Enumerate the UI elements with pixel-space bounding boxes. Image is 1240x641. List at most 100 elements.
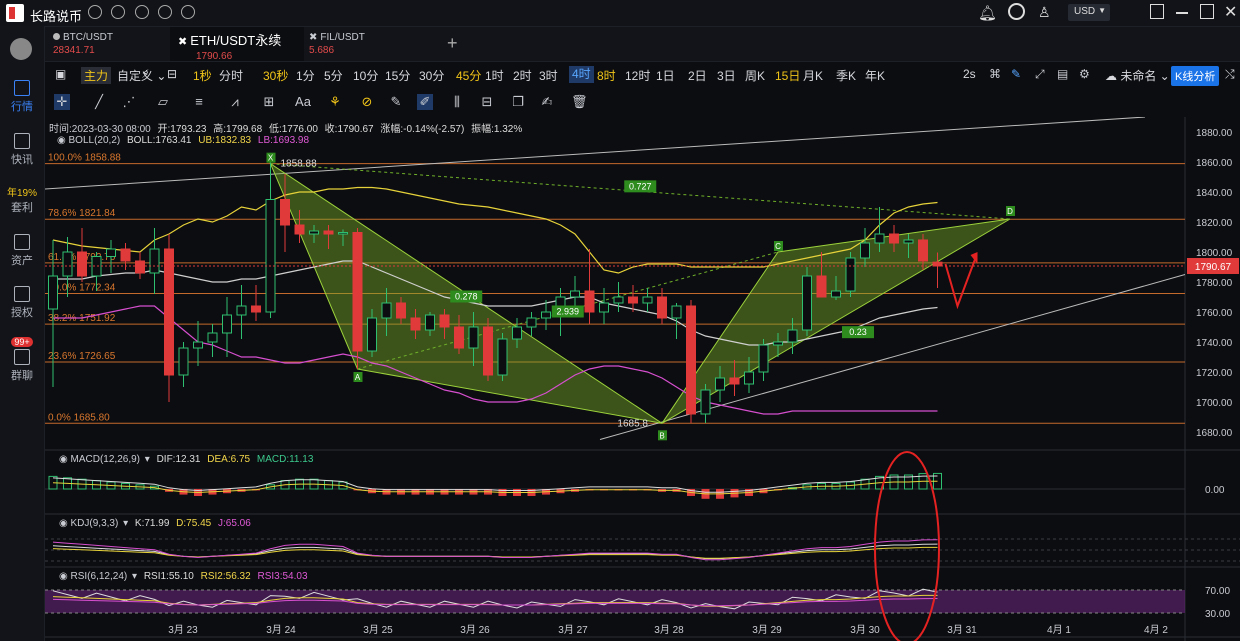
chart-svg[interactable]: 1880.00 1860.00 1840.00 1820.00 1800.00 1780.…	[45, 117, 1240, 641]
projection-arrow	[944, 257, 977, 310]
period-周K[interactable]: 周K	[745, 67, 765, 84]
rectangle-tool-icon[interactable]: ▱	[155, 94, 171, 110]
add-tab-icon[interactable]: +	[447, 33, 458, 54]
period-1日[interactable]: 1日	[656, 67, 675, 84]
price-tick: 1720.00	[1196, 368, 1233, 379]
currency-value: USD	[1074, 6, 1096, 17]
candle-body	[251, 305, 261, 313]
edit-drawing-icon[interactable]: ✍	[539, 94, 555, 110]
sidebar-item-assets[interactable]: 资产	[0, 234, 44, 268]
camera-icon[interactable]: ⌘	[989, 67, 1001, 81]
link-icon[interactable]	[158, 5, 173, 19]
tab-fil[interactable]: ✖ FIL/USDT 5.686	[301, 27, 429, 61]
candle-body	[207, 332, 218, 343]
refresh-interval[interactable]: 2s	[963, 67, 976, 81]
close-icon[interactable]: ✕	[1224, 2, 1237, 22]
measure-tool-icon[interactable]: ⊞	[261, 94, 277, 110]
candle-body	[642, 296, 653, 304]
sidebar-item-group-chat[interactable]: 99+ 群聊	[0, 336, 44, 383]
price-tick: 1800.00	[1196, 248, 1233, 259]
eye-icon: ◉	[59, 518, 68, 529]
period-1秒[interactable]: 1秒	[193, 67, 212, 84]
flash-icon[interactable]: ⚡	[141, 67, 149, 81]
multi-line-icon[interactable]: ⋰	[121, 94, 137, 110]
draw-icon[interactable]: ✎	[1011, 67, 1021, 81]
candle-body	[410, 317, 421, 331]
pattern-tool-icon[interactable]: ⩘	[227, 94, 243, 110]
sidebar-item-news[interactable]: 快讯	[0, 133, 44, 167]
text-tool-icon[interactable]: Aa	[295, 94, 311, 110]
period-2日[interactable]: 2日	[688, 67, 707, 84]
period-主力[interactable]: 主力	[81, 67, 112, 84]
chart-area[interactable]: 1880.00 1860.00 1840.00 1820.00 1800.00 1780.…	[45, 117, 1240, 641]
tab-eth[interactable]: ✖ ETH/USDT永续 1790.66	[170, 27, 304, 62]
copy-drawing-icon[interactable]: ❐	[510, 94, 526, 110]
stay-draw-icon[interactable]: ✐	[417, 94, 433, 110]
currency-select[interactable]: USD ▼	[1068, 4, 1110, 21]
copy-icon[interactable]	[111, 5, 126, 19]
period-45分[interactable]: 45分	[456, 67, 481, 84]
share-icon[interactable]: ⤭	[1225, 67, 1235, 82]
search-icon[interactable]	[1008, 3, 1025, 20]
period-2时[interactable]: 2时	[513, 67, 532, 84]
period-季K[interactable]: 季K	[836, 67, 856, 84]
bell-icon[interactable]: 🔔︎	[978, 4, 997, 22]
layout-select[interactable]: ☁ 未命名 ⌄	[1105, 67, 1170, 84]
visibility-icon[interactable]: ⫼	[449, 94, 465, 110]
dif-line	[52, 475, 938, 493]
period-4时[interactable]: 4时	[569, 66, 594, 83]
candle-body	[280, 199, 290, 226]
period-1分[interactable]: 1分	[296, 67, 315, 84]
user-avatar[interactable]	[10, 38, 32, 60]
period-30秒[interactable]: 30秒	[263, 67, 288, 84]
close-circle-icon[interactable]	[134, 5, 149, 19]
period-年K[interactable]: 年K	[865, 67, 885, 84]
compass-icon[interactable]	[181, 5, 196, 19]
crosshair-icon[interactable]: ✛	[54, 94, 70, 110]
fib-tool-icon[interactable]: ≡	[191, 94, 207, 110]
period-月K[interactable]: 月K	[803, 67, 823, 84]
period-5分[interactable]: 5分	[324, 67, 343, 84]
lock-draw-icon[interactable]: ⊘	[359, 94, 375, 110]
indicator-icon[interactable]: ⊟	[167, 67, 177, 81]
lock-icon[interactable]: ⊟	[479, 94, 495, 110]
tab-price: 5.686	[309, 45, 335, 56]
line-tool-icon[interactable]: ╱	[91, 94, 107, 110]
sidebar-item-market[interactable]: 行情	[0, 80, 44, 114]
restore-window-icon[interactable]	[1150, 4, 1164, 19]
period-15日[interactable]: 15日	[775, 67, 800, 84]
candle-body	[149, 248, 160, 274]
period-分时[interactable]: 分时	[219, 67, 243, 84]
sidebar-item-authorize[interactable]: 授权	[0, 286, 44, 320]
sidebar-item-arbitrage[interactable]: 年19% 套利	[0, 184, 44, 215]
minimize-icon[interactable]	[1176, 12, 1188, 14]
shirt-icon[interactable]: ♙	[1038, 4, 1051, 21]
candle-body	[454, 326, 464, 349]
period-15分[interactable]: 15分	[385, 67, 410, 84]
flash-icon[interactable]	[88, 5, 102, 19]
maximize-icon[interactable]	[1200, 4, 1214, 19]
period-12时[interactable]: 12时	[625, 67, 650, 84]
settings-icon[interactable]: ⚙	[1079, 67, 1090, 81]
period-30分[interactable]: 30分	[419, 67, 444, 84]
ruler-icon[interactable]: ✎	[388, 94, 404, 110]
tab-btc[interactable]: BTC/USDT 28341.71	[45, 27, 173, 61]
period-10分[interactable]: 10分	[353, 67, 378, 84]
rsi-info: ◉ RSI(6,12,24) ▾ RSI1:55.10 RSI2:56.32 R…	[59, 571, 308, 582]
kline-analysis-button[interactable]: K线分析	[1171, 66, 1220, 86]
fullscreen-icon[interactable]: ⤢	[1035, 67, 1045, 82]
tab-name: BTC/USDT	[53, 32, 173, 43]
period-8时[interactable]: 8时	[597, 67, 616, 84]
pattern-bcd-shape	[661, 218, 1011, 424]
chart-type-icon[interactable]: ▣	[55, 67, 66, 81]
rsi-70-label: 70.00	[1205, 586, 1230, 597]
period-1时[interactable]: 1时	[485, 67, 504, 84]
delete-icon[interactable]: 🗑︎	[571, 94, 588, 110]
period-3日[interactable]: 3日	[717, 67, 736, 84]
candle-body	[120, 248, 131, 262]
period-3时[interactable]: 3时	[539, 67, 558, 84]
layout-icon[interactable]: ▤	[1057, 67, 1068, 81]
macd-info: ◉ MACD(12,26,9) ▾ DIF:12.31 DEA:6.75 MAC…	[59, 454, 314, 465]
magnet-icon[interactable]: ⚘	[327, 94, 343, 110]
app-title: 长路说币	[30, 9, 83, 24]
